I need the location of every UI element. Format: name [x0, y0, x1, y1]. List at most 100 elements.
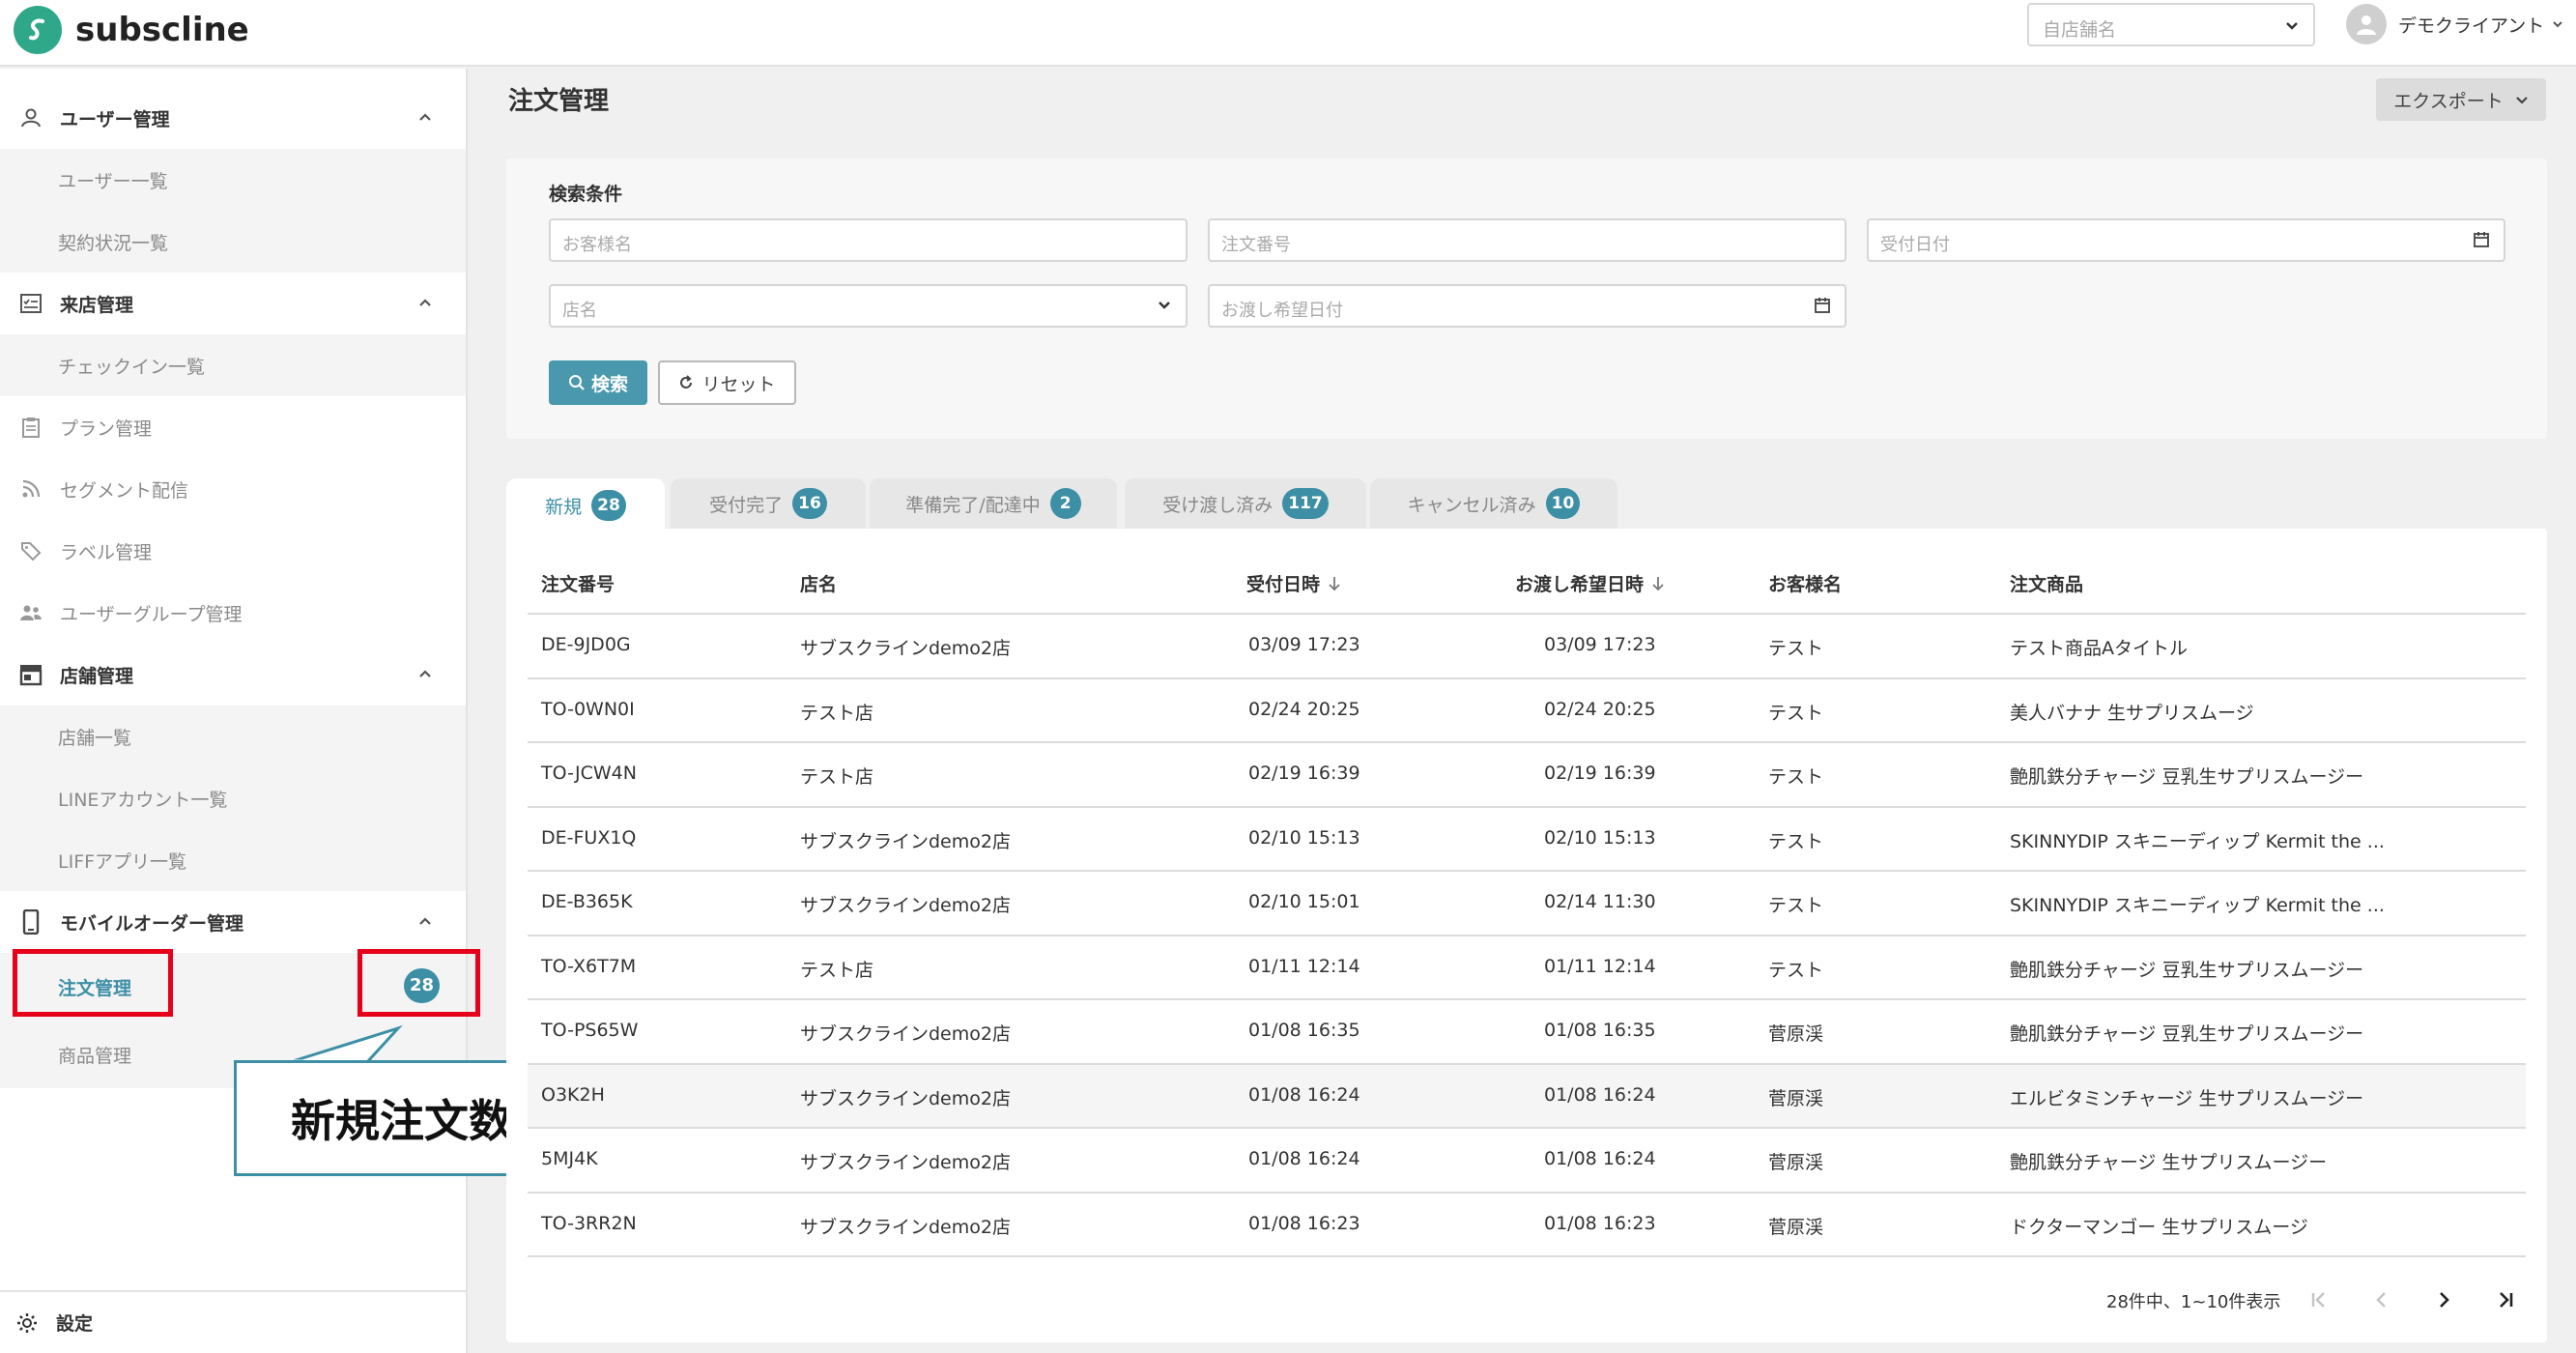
customer-cell: テスト — [1768, 959, 1824, 981]
handover-at-cell: 03/09 17:23 — [1544, 634, 1656, 655]
tab-label: 受け渡し済み — [1162, 494, 1274, 516]
column-header-handover-at[interactable]: お渡し希望日時 — [1515, 570, 1665, 596]
table-row[interactable]: TO-JCW4N テスト店 02/19 16:39 02/19 16:39 テスト 艶肌鉄… — [528, 741, 2526, 805]
next-page-icon[interactable] — [2429, 1285, 2458, 1314]
customer-name-input[interactable]: お客様名 — [549, 218, 1188, 262]
sidebar-item-plan-management[interactable]: プラン管理 — [0, 396, 466, 458]
sidebar-item-user-group-management[interactable]: ユーザーグループ管理 — [0, 582, 466, 644]
customer-cell: 菅原渓 — [1768, 1023, 1824, 1045]
tab-count-badge: 117 — [1282, 488, 1329, 519]
refresh-icon — [678, 375, 694, 390]
reset-button[interactable]: リセット — [658, 360, 796, 405]
store-name-placeholder: 店名 — [562, 301, 597, 321]
tab-handed-over[interactable]: 受け渡し済み 117 — [1125, 478, 1366, 529]
order-number-input[interactable]: 注文番号 — [1208, 218, 1846, 262]
search-button[interactable]: 検索 — [549, 360, 647, 405]
table-row[interactable]: 5MJ4K サブスクラインdemo2店 01/08 16:24 01/08 16:24… — [528, 1127, 2526, 1191]
handover-at-cell: 01/08 16:35 — [1544, 1020, 1656, 1041]
handover-at-cell: 02/24 20:25 — [1544, 698, 1656, 720]
handover-at-cell: 02/10 15:13 — [1544, 826, 1656, 849]
sidebar-item-label: プラン管理 — [60, 417, 153, 440]
tab-label: 新規 — [545, 496, 583, 518]
sidebar-item-line-account-list[interactable]: LINEアカウント一覧 — [0, 767, 466, 829]
last-page-icon[interactable] — [2491, 1285, 2520, 1314]
clipboard-icon — [17, 414, 44, 441]
sidebar-item-label: 店舗一覧 — [58, 727, 132, 749]
export-label: エクスポート — [2393, 90, 2504, 112]
handover-date-placeholder: お渡し希望日付 — [1221, 301, 1343, 321]
sidebar-item-store-management[interactable]: 店舗管理 — [0, 644, 466, 705]
column-header-received-at[interactable]: 受付日時 — [1246, 570, 1341, 596]
chevron-up-icon — [417, 108, 433, 130]
store-cell: サブスクラインdemo2店 — [800, 1216, 1011, 1238]
chevron-down-icon — [2284, 16, 2300, 38]
sidebar-item-liff-app-list[interactable]: LIFFアプリ一覧 — [0, 829, 466, 891]
sidebar-item-checkin-list[interactable]: チェックイン一覧 — [0, 334, 466, 396]
customer-cell: テスト — [1768, 638, 1824, 659]
sidebar-item-segment-delivery[interactable]: セグメント配信 — [0, 458, 466, 520]
sidebar-item-contract-list[interactable]: 契約状況一覧 — [0, 211, 466, 273]
chevron-up-icon — [417, 665, 433, 686]
table-row[interactable]: DE-9JD0G サブスクラインdemo2店 03/09 17:23 03/09 17… — [528, 613, 2526, 676]
table-row[interactable]: O3K2H サブスクラインdemo2店 01/08 16:24 01/08 16:24… — [528, 1062, 2526, 1127]
received-at-cell: 01/08 16:24 — [1248, 1083, 1360, 1106]
user-menu[interactable]: デモクライアント — [2346, 4, 2563, 44]
products-cell: 艶肌鉄分チャージ 生サプリスムージー — [2010, 1152, 2328, 1173]
column-header-label: お渡し希望日時 — [1515, 574, 1645, 595]
page-title: 注文管理 — [508, 87, 610, 116]
sidebar-item-mobile-order-management[interactable]: モバイルオーダー管理 — [0, 891, 466, 953]
store-select[interactable]: 自店舗名 — [2027, 3, 2315, 46]
sidebar-item-label: 来店管理 — [60, 294, 134, 316]
sidebar-item-user-list[interactable]: ユーザー一覧 — [0, 149, 466, 211]
tab-new[interactable]: 新規 28 — [506, 478, 665, 533]
sidebar-item-label: 店舗管理 — [60, 665, 134, 687]
store-cell: テスト店 — [800, 766, 874, 788]
previous-page-icon[interactable] — [2367, 1285, 2396, 1314]
products-cell: テスト商品Aタイトル — [2010, 638, 2188, 659]
customer-cell: 菅原渓 — [1768, 1152, 1824, 1173]
tab-accepted[interactable]: 受付完了 16 — [671, 478, 866, 529]
tab-ready-delivering[interactable]: 準備完了/配達中 2 — [870, 478, 1117, 529]
table-row[interactable]: TO-PS65W サブスクラインdemo2店 01/08 16:35 01/08 16… — [528, 998, 2526, 1062]
user-name: デモクライアント — [2398, 14, 2545, 37]
tab-cancelled[interactable]: キャンセル済み 10 — [1370, 478, 1617, 529]
received-at-cell: 02/10 15:01 — [1248, 891, 1360, 912]
checklist-icon — [17, 290, 44, 317]
table-row[interactable]: TO-X6T7M テスト店 01/11 12:14 01/11 12:14 テスト 艶肌鉄… — [528, 934, 2526, 998]
brand-logo[interactable]: subscline — [14, 6, 249, 54]
order-number-cell: DE-FUX1Q — [541, 826, 637, 849]
handover-date-input[interactable]: お渡し希望日付 — [1208, 284, 1846, 328]
sidebar-item-label: ユーザー一覧 — [58, 170, 168, 192]
column-header-order-number: 注文番号 — [541, 574, 615, 595]
sidebar-item-user-management[interactable]: ユーザー管理 — [0, 87, 466, 149]
store-name-select[interactable]: 店名 — [549, 284, 1188, 328]
handover-at-cell: 01/08 16:24 — [1544, 1083, 1656, 1106]
tab-label: 受付完了 — [709, 494, 784, 516]
tab-count-badge: 16 — [792, 488, 827, 519]
table-row[interactable]: TO-0WN0I テスト店 02/24 20:25 02/24 20:25 テスト 美人バ… — [528, 676, 2526, 741]
tab-count-badge: 28 — [591, 490, 626, 521]
store-cell: サブスクラインdemo2店 — [800, 895, 1011, 916]
users-icon — [17, 599, 44, 626]
tag-icon — [17, 537, 44, 564]
sidebar-item-label: 商品管理 — [58, 1045, 132, 1067]
table-row[interactable]: DE-FUX1Q サブスクラインdemo2店 02/10 15:13 02/10 15… — [528, 805, 2526, 870]
sidebar-item-label-management[interactable]: ラベル管理 — [0, 520, 466, 582]
received-date-placeholder: 受付日付 — [1880, 235, 1950, 255]
reset-button-label: リセット — [701, 373, 776, 395]
table-row[interactable]: TO-3RR2N サブスクラインdemo2店 01/08 16:23 01/08 16… — [528, 1191, 2526, 1255]
first-page-icon[interactable] — [2304, 1285, 2333, 1314]
tab-count-badge: 2 — [1049, 488, 1081, 519]
sidebar-item-store-list[interactable]: 店舗一覧 — [0, 705, 466, 767]
sort-arrow-down-icon — [1651, 576, 1665, 591]
settings-button[interactable]: 設定 — [0, 1290, 466, 1353]
table-row[interactable]: DE-B365K サブスクラインdemo2店 02/10 15:01 02/14 11… — [528, 870, 2526, 934]
customer-cell: テスト — [1768, 702, 1824, 724]
received-date-input[interactable]: 受付日付 — [1867, 218, 2505, 262]
received-at-cell: 01/08 16:35 — [1248, 1020, 1360, 1041]
export-button[interactable]: エクスポート — [2376, 78, 2546, 121]
order-number-placeholder: 注文番号 — [1221, 235, 1291, 255]
sidebar-item-visit-management[interactable]: 来店管理 — [0, 273, 466, 334]
settings-label: 設定 — [56, 1313, 94, 1335]
received-at-cell: 03/09 17:23 — [1248, 634, 1360, 655]
